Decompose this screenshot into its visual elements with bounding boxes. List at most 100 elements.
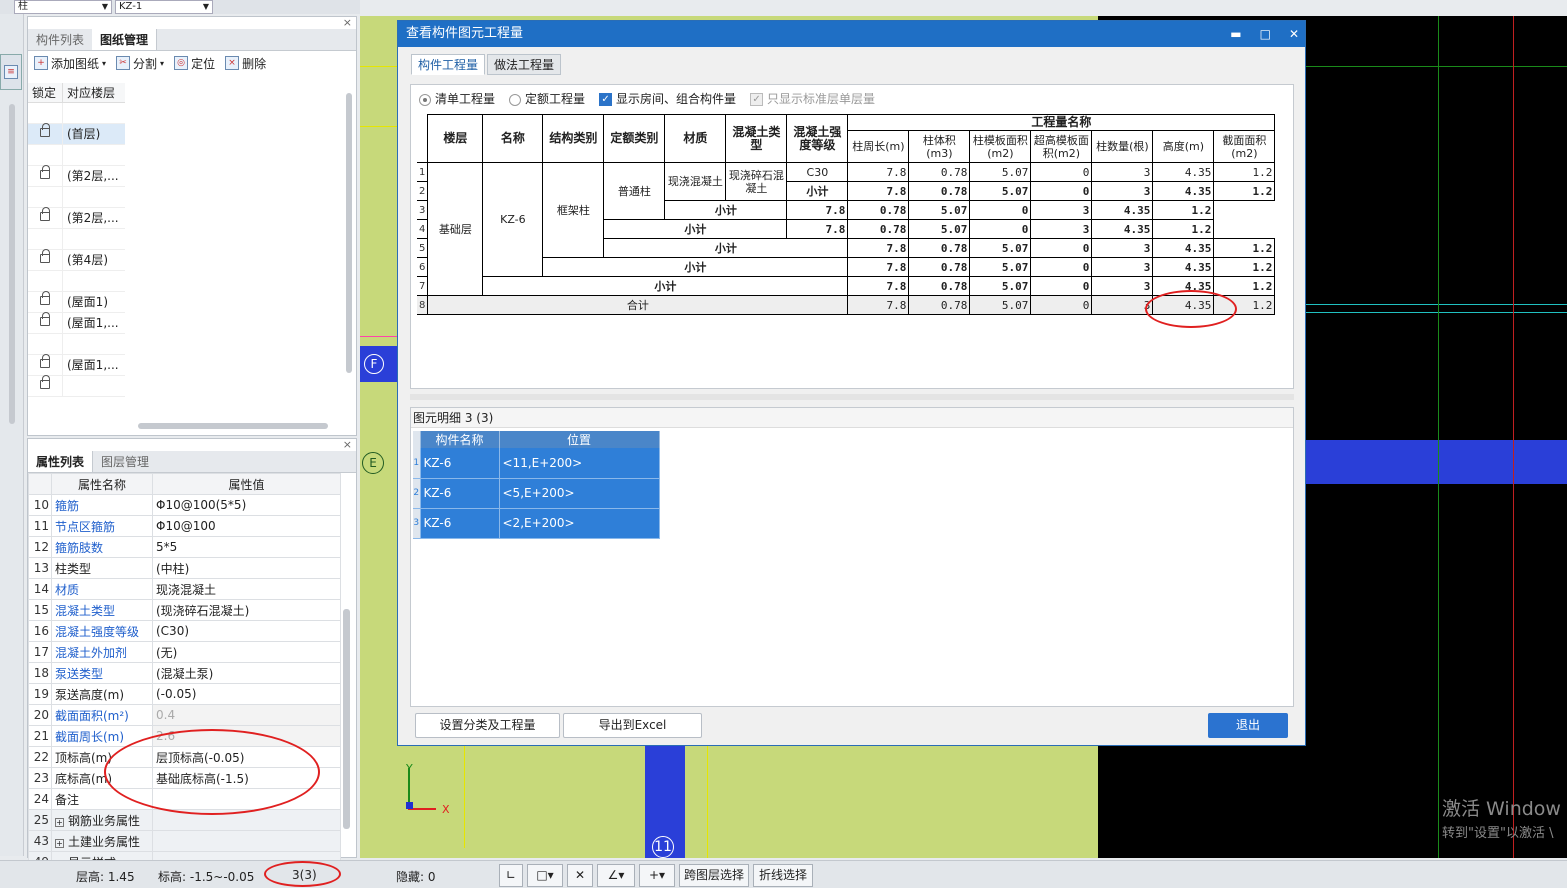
close-icon[interactable]: × [343, 438, 352, 451]
add-drawing-button[interactable]: + 添加图纸 ▾ [34, 55, 106, 72]
property-row[interactable]: 15 混凝土类型 (现浇碎石混凝土) [28, 599, 341, 621]
table-row[interactable]: 8 合计 7.8 0.78 5.07 0 3 4.35 1.2 [417, 295, 1276, 315]
detail-row[interactable]: 3 KZ-6 <2,E+200> [413, 508, 660, 539]
property-value[interactable] [152, 788, 341, 810]
floor-row[interactable] [28, 229, 125, 250]
floor-row[interactable]: (第4层) [28, 249, 125, 271]
tab-component-list[interactable]: 构件列表 [28, 29, 92, 50]
property-value[interactable]: (中柱) [152, 557, 341, 579]
exit-button[interactable]: 退出 [1208, 713, 1288, 738]
floor-row[interactable]: (屋面1,... [28, 354, 125, 376]
property-row[interactable]: 14 材质 现浇混凝土 [28, 578, 341, 600]
show-room-checkbox[interactable]: ✓ 显示房间、组合构件量 [599, 90, 736, 107]
component-type-combo[interactable]: 柱 ▼ [14, 0, 112, 14]
property-row[interactable]: 10 箍筋 Φ10@100(5*5) [28, 494, 341, 516]
property-value[interactable] [152, 830, 341, 852]
scrollbar[interactable] [346, 93, 352, 373]
property-row[interactable]: 18 泵送类型 (混凝土泵) [28, 662, 341, 684]
property-value[interactable] [152, 809, 341, 831]
select-mode-button[interactable]: □▾ [527, 864, 563, 887]
std-layer-checkbox[interactable]: ✓ 只显示标准层单层量 [750, 90, 875, 107]
lock-icon[interactable] [40, 291, 50, 305]
floor-row[interactable]: (第2层,... [28, 165, 125, 187]
lock-icon[interactable] [40, 207, 50, 221]
property-value[interactable]: 0.4 [152, 704, 341, 726]
floor-row[interactable] [28, 271, 125, 292]
angle-button[interactable]: ∠▾ [597, 864, 635, 887]
property-row[interactable]: 16 混凝土强度等级 (C30) [28, 620, 341, 642]
close-icon[interactable]: × [343, 16, 352, 29]
property-value[interactable]: Φ10@100 [152, 515, 341, 537]
scrollbar[interactable] [343, 609, 350, 829]
property-row[interactable]: 21 截面周长(m) 2.6 [28, 725, 341, 747]
expand-icon[interactable]: + [55, 817, 64, 827]
lock-icon[interactable] [40, 354, 50, 368]
expand-icon[interactable]: + [55, 838, 64, 848]
tab-method-quantity[interactable]: 做法工程量 [487, 54, 562, 75]
property-row[interactable]: 19 泵送高度(m) (-0.05) [28, 683, 341, 705]
tab-property-list[interactable]: 属性列表 [28, 451, 94, 472]
maximize-icon[interactable]: □ [1260, 21, 1271, 47]
property-value[interactable]: 现浇混凝土 [152, 578, 341, 600]
cross-layer-select-button[interactable]: 跨图层选择 [679, 864, 749, 887]
property-value[interactable]: (混凝土泵) [152, 662, 341, 684]
qingdan-radio[interactable]: 清单工程量 [419, 90, 495, 107]
export-excel-button[interactable]: 导出到Excel [563, 713, 702, 738]
table-row[interactable]: 7 小计 7.8 0.78 5.07 0 3 4.35 1.2 [417, 276, 1276, 296]
property-row[interactable]: 12 箍筋肢数 5*5 [28, 536, 341, 558]
floor-row[interactable]: (首层) [28, 123, 125, 145]
floor-row[interactable]: (第2层,... [28, 207, 125, 229]
lock-icon[interactable] [40, 375, 50, 389]
table-row[interactable]: 6 小计 7.8 0.78 5.07 0 3 4.35 1.2 [417, 257, 1276, 277]
detail-row[interactable]: 2 KZ-6 <5,E+200> [413, 478, 660, 509]
locate-button[interactable]: ◎ 定位 [174, 55, 215, 72]
offset-button[interactable]: +▾ [639, 864, 675, 887]
property-value[interactable]: (C30) [152, 620, 341, 642]
close-icon[interactable]: ✕ [1289, 21, 1299, 47]
delete-button[interactable]: × 删除 [225, 55, 266, 72]
minimize-icon[interactable]: ▬ [1230, 21, 1241, 47]
snap-button[interactable]: ✕ [567, 864, 593, 887]
lock-icon[interactable] [40, 123, 50, 137]
floor-row[interactable] [28, 187, 125, 208]
polyline-select-button[interactable]: 折线选择 [753, 864, 813, 887]
property-row[interactable]: 25 + 钢筋业务属性 [28, 809, 341, 831]
property-row[interactable]: 24 备注 [28, 788, 341, 810]
scrollbar[interactable] [9, 104, 15, 424]
dock-button[interactable]: ≡ [0, 54, 22, 90]
property-value[interactable]: 层顶标高(-0.05) [152, 746, 341, 768]
floor-row[interactable] [28, 145, 125, 166]
lock-icon[interactable] [40, 312, 50, 326]
dinge-radio[interactable]: 定额工程量 [509, 90, 585, 107]
property-row[interactable]: 20 截面面积(m²) 0.4 [28, 704, 341, 726]
horizontal-scrollbar[interactable] [138, 423, 328, 429]
property-value[interactable]: Φ10@100(5*5) [152, 494, 341, 516]
component-name-combo[interactable]: KZ-1 ▼ [115, 0, 213, 14]
floor-row[interactable] [28, 103, 125, 124]
floor-row[interactable]: (屋面1,... [28, 312, 125, 334]
tab-drawing-management[interactable]: 图纸管理 [92, 29, 158, 50]
tab-layer-management[interactable]: 图层管理 [93, 451, 157, 472]
property-row[interactable]: 22 顶标高(m) 层顶标高(-0.05) [28, 746, 341, 768]
floor-row[interactable] [28, 375, 125, 397]
ortho-button[interactable]: ∟ [499, 864, 523, 887]
floor-row[interactable]: (屋面1) [28, 291, 125, 313]
property-row[interactable]: 17 混凝土外加剂 (无) [28, 641, 341, 663]
property-row[interactable]: 43 + 土建业务属性 [28, 830, 341, 852]
splitter[interactable] [410, 394, 1294, 400]
property-value[interactable]: (现浇碎石混凝土) [152, 599, 341, 621]
property-value[interactable]: (无) [152, 641, 341, 663]
floor-row[interactable] [28, 334, 125, 355]
property-value[interactable]: 基础底标高(-1.5) [152, 767, 341, 789]
lock-icon[interactable] [40, 165, 50, 179]
property-value[interactable]: 5*5 [152, 536, 341, 558]
setting-button[interactable]: 设置分类及工程量 [415, 713, 560, 738]
table-row[interactable]: 1 基础层 KZ-6 框架柱 普通柱 现浇混凝土 现浇碎石混凝土 C30 7.8 0.78 5.07… [417, 162, 1276, 296]
lock-icon[interactable] [40, 249, 50, 263]
detail-row[interactable]: 1 KZ-6 <11,E+200> [413, 448, 660, 479]
tab-component-quantity[interactable]: 构件工程量 [411, 54, 486, 75]
beam-element[interactable] [1306, 440, 1567, 484]
property-row[interactable]: 23 底标高(m) 基础底标高(-1.5) [28, 767, 341, 789]
split-button[interactable]: ✂ 分割 ▾ [116, 55, 164, 72]
property-row[interactable]: 13 柱类型 (中柱) [28, 557, 341, 579]
